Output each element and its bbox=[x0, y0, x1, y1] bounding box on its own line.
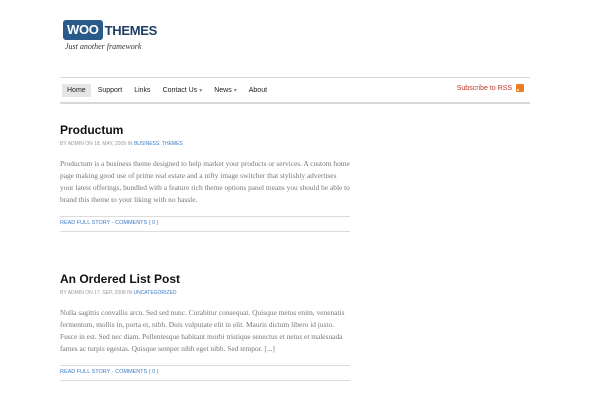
chevron-down-icon: ▾ bbox=[233, 87, 237, 94]
post-categories[interactable]: UNCATEGORIZED bbox=[133, 290, 176, 296]
logo-themes: THEMES bbox=[104, 22, 158, 38]
post-excerpt: Nulla sagittis convallis arcu. Sed sed n… bbox=[60, 308, 345, 353]
nav-item-contact-us[interactable]: Contact Us ▾ bbox=[158, 84, 208, 97]
post-byline: by ADMIN on 18. MAY, 2009 in bbox=[60, 141, 133, 147]
nav-item-support[interactable]: Support bbox=[93, 84, 128, 97]
post-title[interactable]: An Ordered List Post bbox=[60, 272, 350, 286]
nav-item-links[interactable]: Links bbox=[129, 84, 155, 97]
nav-item-about[interactable]: About bbox=[244, 84, 272, 97]
nav-item-label: Home bbox=[67, 86, 86, 94]
post-meta: by ADMIN on 17. SEP, 2008 in UNCATEGORIZ… bbox=[60, 290, 350, 296]
post-byline: by ADMIN on 17. SEP, 2008 in bbox=[60, 290, 133, 296]
main-nav: Home Support Links Contact Us ▾ News ▾ Abo… bbox=[60, 77, 530, 104]
logo-woo: WOO bbox=[63, 20, 103, 40]
nav-item-home[interactable]: Home bbox=[62, 83, 91, 97]
site-tagline: Just another framework bbox=[65, 42, 142, 51]
rss-icon[interactable] bbox=[516, 84, 524, 92]
comments-link[interactable]: COMMENTS { 0 } bbox=[115, 369, 158, 375]
post-entry: Productum by ADMIN on 18. MAY, 2009 in B… bbox=[60, 123, 350, 232]
nav-item-label: Contact Us bbox=[162, 86, 198, 94]
nav-item-label: News bbox=[214, 86, 232, 94]
read-full-story-link[interactable]: READ FULL STORY bbox=[60, 220, 110, 226]
post-footer: READ FULL STORY - COMMENTS { 0 } bbox=[60, 365, 350, 381]
read-full-story-link[interactable]: READ FULL STORY bbox=[60, 369, 110, 375]
post-footer: READ FULL STORY - COMMENTS { 0 } bbox=[60, 216, 350, 232]
subscribe-rss-label[interactable]: Subscribe to RSS bbox=[457, 85, 512, 92]
comments-link[interactable]: COMMENTS { 0 } bbox=[115, 220, 158, 226]
nav-item-news[interactable]: News ▾ bbox=[209, 84, 242, 97]
post-title[interactable]: Productum bbox=[60, 123, 350, 137]
post-entry: An Ordered List Post by ADMIN on 17. SEP… bbox=[60, 272, 350, 381]
post-meta: by ADMIN on 18. MAY, 2009 in BUSINESS, T… bbox=[60, 141, 350, 147]
post-excerpt: Productum is a business theme designed t… bbox=[60, 159, 350, 204]
chevron-down-icon: ▾ bbox=[199, 87, 203, 94]
site-logo[interactable]: WOO THEMES Just another framework bbox=[63, 20, 157, 51]
logo-mark: WOO THEMES bbox=[63, 20, 157, 40]
nav-item-label: Support bbox=[97, 86, 123, 94]
nav-item-label: About bbox=[248, 86, 268, 94]
subscribe-rss-link[interactable]: Subscribe to RSS bbox=[457, 84, 524, 92]
nav-item-label: Links bbox=[134, 86, 151, 94]
post-categories[interactable]: BUSINESS, THEMES bbox=[134, 141, 183, 147]
